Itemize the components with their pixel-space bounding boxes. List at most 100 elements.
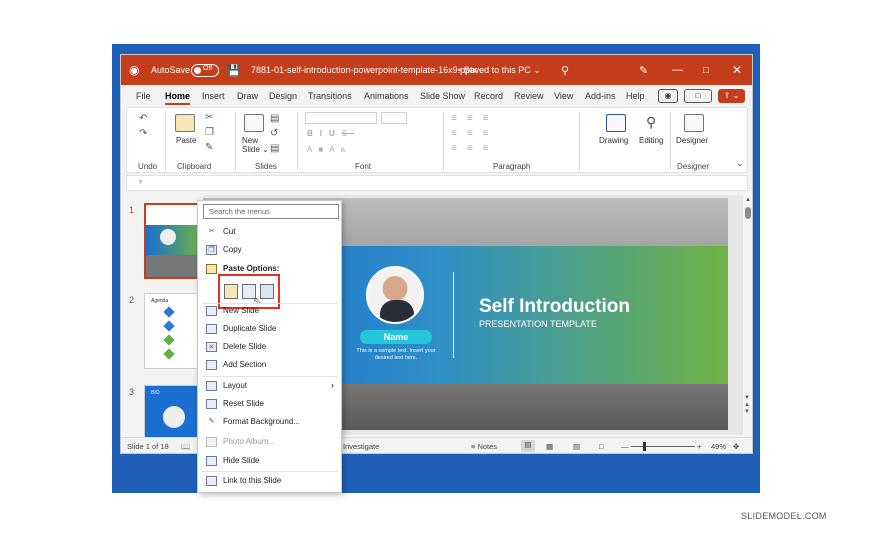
tab-slide-show[interactable]: Slide Show: [420, 91, 465, 101]
align-icons[interactable]: ≡≡≡: [451, 143, 499, 154]
tab-design[interactable]: Design: [269, 91, 297, 101]
comments-button[interactable]: □: [684, 89, 712, 103]
zoom-in-icon[interactable]: +: [697, 442, 701, 451]
font-format-icons[interactable]: BIUS: [307, 129, 354, 138]
divider: [297, 112, 298, 170]
editing-icon[interactable]: ⚲: [646, 114, 656, 131]
slide-thumbnail-1[interactable]: [144, 203, 200, 279]
menu-item-layout[interactable]: Layout ›: [198, 377, 341, 395]
font-size-dropdown[interactable]: [381, 112, 407, 124]
tab-draw[interactable]: Draw: [237, 91, 258, 101]
designer-button-label[interactable]: Designer: [676, 136, 708, 145]
layout-icon[interactable]: ▤: [270, 113, 279, 124]
quick-access-bar: ▿: [126, 175, 748, 191]
accessibility-status[interactable]: Investigate: [343, 442, 379, 451]
photo-album-icon: [206, 437, 217, 447]
paste-button-label[interactable]: Paste: [176, 136, 196, 145]
thumbnail-number: 2: [129, 295, 135, 305]
undo-icon[interactable]: ↶: [139, 113, 147, 124]
slide-subtitle: PRESENTATION TEMPLATE: [479, 319, 597, 329]
paste-icon[interactable]: [175, 114, 195, 132]
tab-animations[interactable]: Animations: [364, 91, 409, 101]
tab-home[interactable]: Home: [165, 91, 191, 105]
menu-item-hide-slide[interactable]: Hide Slide: [198, 452, 341, 470]
collapse-ribbon-icon[interactable]: ⌄: [736, 158, 744, 169]
layout-icon: [206, 381, 217, 391]
menu-item-copy[interactable]: ❐ Copy: [198, 241, 341, 259]
section-icon[interactable]: ▤: [270, 143, 279, 154]
fit-to-window-icon[interactable]: ✥: [733, 442, 739, 451]
tab-help[interactable]: Help: [626, 91, 645, 101]
document-filename: 7881-01-self-introduction-powerpoint-tem…: [251, 65, 478, 75]
tab-record[interactable]: Record: [474, 91, 503, 101]
new-slide-button-label[interactable]: New Slide ⌄: [242, 136, 269, 154]
font-color-icons[interactable]: A■Aa: [307, 145, 351, 154]
search-menus-input[interactable]: Search the menus: [203, 204, 339, 219]
tab-file[interactable]: File: [136, 91, 151, 101]
slide-sorter-icon[interactable]: ▦: [546, 442, 553, 451]
pen-icon[interactable]: ✎: [639, 55, 648, 85]
thumbnail-number: 1: [129, 205, 135, 215]
menu-item-cut[interactable]: ✂ Cut: [198, 223, 341, 241]
cut-icon[interactable]: ✂: [205, 112, 213, 123]
maximize-icon[interactable]: □: [703, 55, 709, 85]
slide-title: Self Introduction: [479, 296, 630, 317]
copy-icon[interactable]: ❐: [205, 127, 214, 138]
normal-view-icon[interactable]: ▤: [521, 440, 535, 452]
zoom-slider-thumb[interactable]: [643, 442, 646, 451]
close-icon[interactable]: ✕: [732, 55, 742, 85]
minimize-icon[interactable]: —: [672, 55, 683, 85]
paste-use-destination-theme-icon[interactable]: [224, 284, 238, 299]
paste-picture-icon[interactable]: [260, 284, 274, 299]
zoom-level[interactable]: 49%: [711, 442, 726, 451]
menu-item-link-to-this-slide[interactable]: Link to this Slide: [198, 472, 341, 490]
menu-item-new-slide[interactable]: New Slide: [198, 302, 341, 320]
name-pill: Name: [360, 330, 432, 344]
menu-item-format-background[interactable]: ✎ Format Background...: [198, 413, 341, 431]
context-menu: Search the menus ✂ Cut ❐ Copy Paste Opti…: [197, 200, 342, 493]
new-slide-icon[interactable]: [244, 114, 264, 132]
share-button[interactable]: ⇪ ⌄: [718, 89, 745, 103]
slide-thumbnail-pane: 1 2 Agenda 3 BIO: [121, 195, 201, 453]
record-button[interactable]: ◉: [658, 89, 678, 103]
tab-transitions[interactable]: Transitions: [308, 91, 352, 101]
slideshow-icon[interactable]: □: [599, 442, 604, 451]
tab-view[interactable]: View: [554, 91, 573, 101]
hide-slide-icon: [206, 456, 217, 466]
group-label-font: Font: [355, 162, 372, 171]
divider: [165, 112, 166, 170]
designer-icon[interactable]: [684, 114, 704, 132]
title-bar: ◉ AutoSave Off 💾 7881-01-self-introducti…: [121, 55, 752, 85]
zoom-slider[interactable]: [631, 446, 695, 447]
customize-icon[interactable]: ▿: [139, 179, 143, 186]
slide-thumbnail-2[interactable]: Agenda: [144, 293, 200, 369]
list-icons[interactable]: ≡≡≡: [451, 113, 499, 124]
menu-item-duplicate-slide[interactable]: Duplicate Slide: [198, 320, 341, 338]
vertical-scrollbar[interactable]: ▲ ▼ ▲ ▼: [744, 195, 752, 435]
group-label-paragraph: Paragraph: [493, 162, 531, 171]
drawing-icon[interactable]: [606, 114, 626, 132]
search-icon[interactable]: ⚲: [561, 55, 569, 85]
format-painter-icon[interactable]: ✎: [205, 142, 213, 153]
notes-button[interactable]: ≡ Notes: [471, 442, 497, 451]
font-name-dropdown[interactable]: [305, 112, 377, 124]
editing-button-label[interactable]: Editing: [639, 136, 663, 145]
redo-icon[interactable]: ↷: [139, 128, 147, 139]
new-slide-icon: [206, 306, 217, 316]
menu-item-reset-slide[interactable]: Reset Slide: [198, 395, 341, 413]
drawing-button-label[interactable]: Drawing: [599, 136, 628, 145]
ribbon-tab-bar: File Home Insert Draw Design Transitions…: [121, 85, 752, 107]
menu-item-add-section[interactable]: Add Section: [198, 356, 341, 374]
indent-icons[interactable]: ≡≡≡: [451, 128, 499, 139]
tab-insert[interactable]: Insert: [202, 91, 225, 101]
menu-item-photo-album: Photo Album...: [198, 433, 341, 451]
save-icon[interactable]: 💾: [227, 55, 241, 85]
tab-add-ins[interactable]: Add-ins: [585, 91, 616, 101]
spelling-icon[interactable]: 📖: [181, 442, 190, 451]
zoom-out-icon[interactable]: —: [621, 442, 629, 451]
reading-view-icon[interactable]: ▤: [573, 442, 580, 451]
tab-review[interactable]: Review: [514, 91, 544, 101]
reset-icon[interactable]: ↺: [270, 128, 278, 139]
menu-item-delete-slide[interactable]: ✕ Delete Slide: [198, 338, 341, 356]
autosave-toggle[interactable]: Off: [191, 55, 219, 85]
